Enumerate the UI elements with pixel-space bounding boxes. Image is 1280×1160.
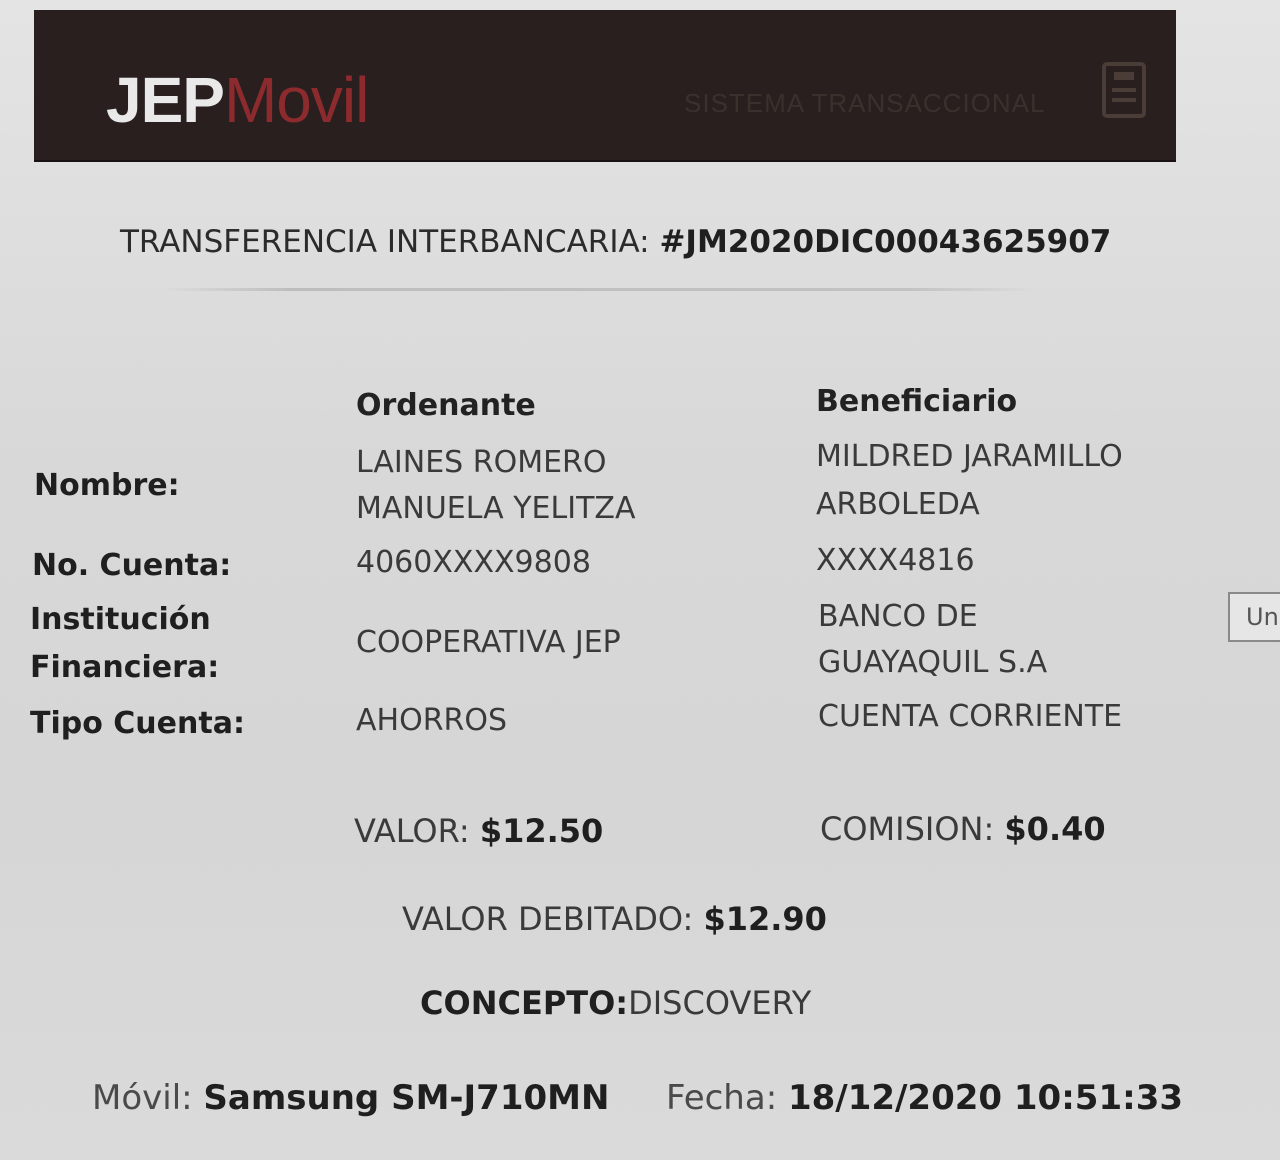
concepto-label: CONCEPTO: bbox=[420, 984, 629, 1022]
side-button[interactable]: Un bbox=[1228, 592, 1280, 642]
logo-strong-text: JEP bbox=[106, 64, 225, 136]
label-tipo-cuenta: Tipo Cuenta: bbox=[30, 706, 245, 741]
label-nombre: Nombre: bbox=[34, 468, 180, 503]
concepto-line: CONCEPTO:DISCOVERY bbox=[420, 984, 811, 1022]
valor-amount: $12.50 bbox=[479, 812, 604, 850]
ordenante-nombre-line2: MANUELA YELITZA bbox=[356, 491, 636, 526]
beneficiario-nombre-line2: ARBOLEDA bbox=[816, 487, 980, 522]
fecha-label: Fecha: bbox=[666, 1078, 778, 1118]
ordenante-institucion: COOPERATIVA JEP bbox=[356, 625, 621, 660]
transaction-id: #JM2020DIC00043625907 bbox=[659, 224, 1112, 260]
valor-debitado-amount: $12.90 bbox=[703, 900, 827, 938]
beneficiario-nombre-line1: MILDRED JARAMILLO bbox=[816, 439, 1123, 474]
valor-debitado-label: VALOR DEBITADO: bbox=[402, 900, 694, 938]
document-icon[interactable] bbox=[1094, 58, 1154, 122]
label-cuenta: No. Cuenta: bbox=[32, 548, 232, 583]
beneficiario-institucion-line2: GUAYAQUIL S.A bbox=[818, 645, 1048, 680]
movil-label: Móvil: bbox=[92, 1078, 193, 1118]
valor-line: VALOR: $12.50 bbox=[354, 812, 603, 850]
movil-value: Samsung SM-J710MN bbox=[203, 1078, 610, 1118]
column-header-ordenante: Ordenante bbox=[356, 388, 536, 423]
transaction-title-label: TRANSFERENCIA INTERBANCARIA: bbox=[120, 224, 650, 260]
valor-debitado-line: VALOR DEBITADO: $12.90 bbox=[402, 900, 827, 938]
label-institucion-line1: Institución bbox=[30, 602, 211, 637]
column-header-beneficiario: Beneficiario bbox=[816, 384, 1018, 419]
logo-light-text: Movil bbox=[223, 64, 369, 136]
beneficiario-tipo-cuenta: CUENTA CORRIENTE bbox=[818, 699, 1123, 734]
ordenante-cuenta: 4060XXXX9808 bbox=[356, 545, 591, 580]
fecha-value: 18/12/2020 10:51:33 bbox=[787, 1078, 1184, 1118]
movil-line: Móvil: Samsung SM-J710MN bbox=[92, 1078, 609, 1118]
system-label: SISTEMA TRANSACCIONAL bbox=[684, 88, 1046, 118]
comision-line: COMISION: $0.40 bbox=[820, 810, 1106, 848]
ordenante-nombre-line1: LAINES ROMERO bbox=[356, 445, 607, 480]
app-header: JEPMovil SISTEMA TRANSACCIONAL bbox=[34, 10, 1176, 162]
jep-movil-logo: JEPMovil bbox=[106, 68, 369, 132]
beneficiario-cuenta: XXXX4816 bbox=[816, 543, 975, 578]
comision-amount: $0.40 bbox=[1004, 810, 1106, 848]
transaction-title: TRANSFERENCIA INTERBANCARIA: #JM2020DIC0… bbox=[120, 224, 1111, 260]
comision-label: COMISION: bbox=[820, 810, 995, 848]
beneficiario-institucion-line1: BANCO DE bbox=[818, 599, 978, 634]
fecha-line: Fecha: 18/12/2020 10:51:33 bbox=[666, 1078, 1183, 1118]
label-institucion-line2: Financiera: bbox=[30, 650, 220, 685]
valor-label: VALOR: bbox=[354, 812, 470, 850]
concepto-value: DISCOVERY bbox=[628, 984, 812, 1022]
ordenante-tipo-cuenta: AHORROS bbox=[356, 703, 508, 738]
title-divider bbox=[160, 288, 1040, 291]
